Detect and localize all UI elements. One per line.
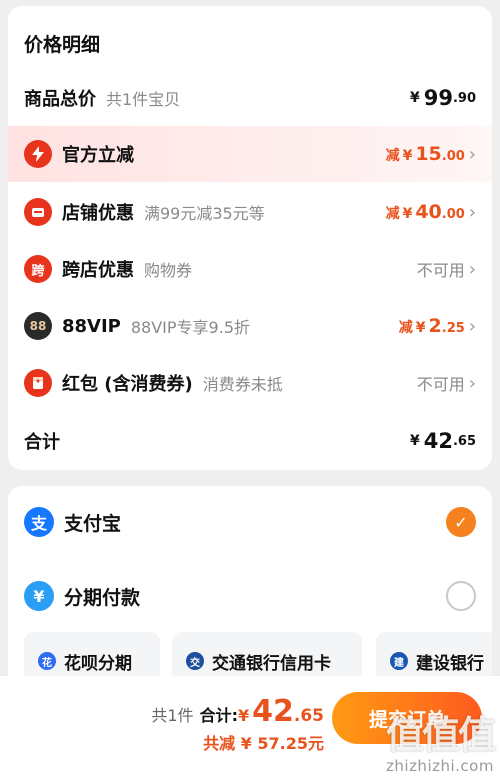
bocom-icon: 交 (186, 652, 204, 670)
chevron-right-icon: › (468, 372, 476, 394)
price-detail-card: 价格明细 商品总价 共1件宝贝 ¥99.90 官方立减 减 ¥15.00 › 店铺… (8, 6, 492, 470)
discount-label: 88VIP (62, 315, 121, 337)
discount-sub: 满99元减35元等 (144, 204, 265, 223)
order-summary: 共1件 合计: ¥42.65 (151, 694, 324, 729)
saved-amount: 共减 ¥ 57.25元 (203, 734, 324, 753)
payment-alipay-row[interactable]: 支 支付宝 ✓ (8, 494, 492, 550)
lightning-icon (24, 140, 52, 168)
discount-status: 不可用 › (416, 372, 476, 395)
red-packet-icon (24, 369, 52, 397)
88vip-icon: 88 (24, 312, 52, 340)
watermark-logo: 值值值 (385, 713, 496, 757)
cross-store-icon: 跨 (24, 255, 52, 283)
payment-label: 支付宝 (64, 512, 122, 535)
goods-count: 共1件宝贝 (106, 90, 181, 109)
total-label: 合计: (199, 706, 238, 725)
alipay-icon: 支 (24, 507, 54, 537)
discount-label: 红包 (含消费券) (62, 374, 193, 395)
watermark: 值值值 zhizhizhi.com (385, 713, 496, 775)
total-amount: ¥42.65 (237, 694, 324, 729)
payment-label: 分期付款 (64, 586, 141, 609)
radio-selected[interactable]: ✓ (446, 507, 476, 537)
discount-amount: 减 ¥40.00 › (385, 201, 476, 223)
chevron-right-icon: › (468, 143, 476, 165)
discount-row-official[interactable]: 官方立减 减 ¥15.00 › (8, 126, 492, 182)
chevron-right-icon: › (468, 315, 476, 337)
total-price: ¥42.65 (409, 429, 476, 453)
item-count: 共1件 (151, 706, 194, 725)
installment-icon: ¥ (24, 581, 54, 611)
discount-sub: 消费券未抵 (202, 375, 283, 394)
section-title: 价格明细 (24, 34, 101, 56)
discount-label: 官方立减 (62, 145, 134, 166)
payment-installment-row[interactable]: ¥ 分期付款 (8, 568, 492, 624)
discount-status: 不可用 › (416, 258, 476, 281)
goods-total-label: 商品总价 (24, 89, 96, 110)
radio-unselected[interactable] (446, 581, 476, 611)
total-label: 合计 (24, 432, 60, 453)
discount-row-cross-store[interactable]: 跨 跨店优惠 购物券 不可用 › (8, 241, 492, 297)
goods-total-price: ¥99.90 (409, 86, 476, 110)
watermark-url: zhizhizhi.com (386, 757, 494, 775)
chevron-right-icon: › (468, 201, 476, 223)
discount-sub: 购物券 (144, 261, 193, 280)
checkout-bar: 共1件 合计: ¥42.65 共减 ¥ 57.25元 提交订单 值值值 zhiz… (0, 676, 500, 779)
discount-row-88vip[interactable]: 88 88VIP 88VIP专享9.5折 减 ¥2.25 › (8, 298, 492, 354)
discount-row-shop[interactable]: 店铺优惠 满99元减35元等 减 ¥40.00 › (8, 184, 492, 240)
discount-amount: 减 ¥15.00 › (385, 143, 476, 165)
discount-sub: 88VIP专享9.5折 (130, 318, 250, 337)
goods-total-row: 商品总价 共1件宝贝 ¥99.90 (8, 70, 492, 126)
chevron-right-icon: › (468, 258, 476, 280)
discount-amount: 减 ¥2.25 › (398, 315, 476, 337)
discount-row-red-packet[interactable]: 红包 (含消费券) 消费券未抵 不可用 › (8, 355, 492, 411)
shop-icon (24, 198, 52, 226)
discount-label: 跨店优惠 (62, 260, 134, 281)
huabei-icon: 花 (38, 652, 56, 670)
total-row: 合计 ¥42.65 (8, 413, 492, 469)
ccb-icon: 建 (390, 652, 408, 670)
discount-label: 店铺优惠 (62, 203, 134, 224)
payment-card: 支 支付宝 ✓ ¥ 分期付款 花 花呗分期 交 交通银行信用卡 建 建设银行 (8, 486, 492, 686)
